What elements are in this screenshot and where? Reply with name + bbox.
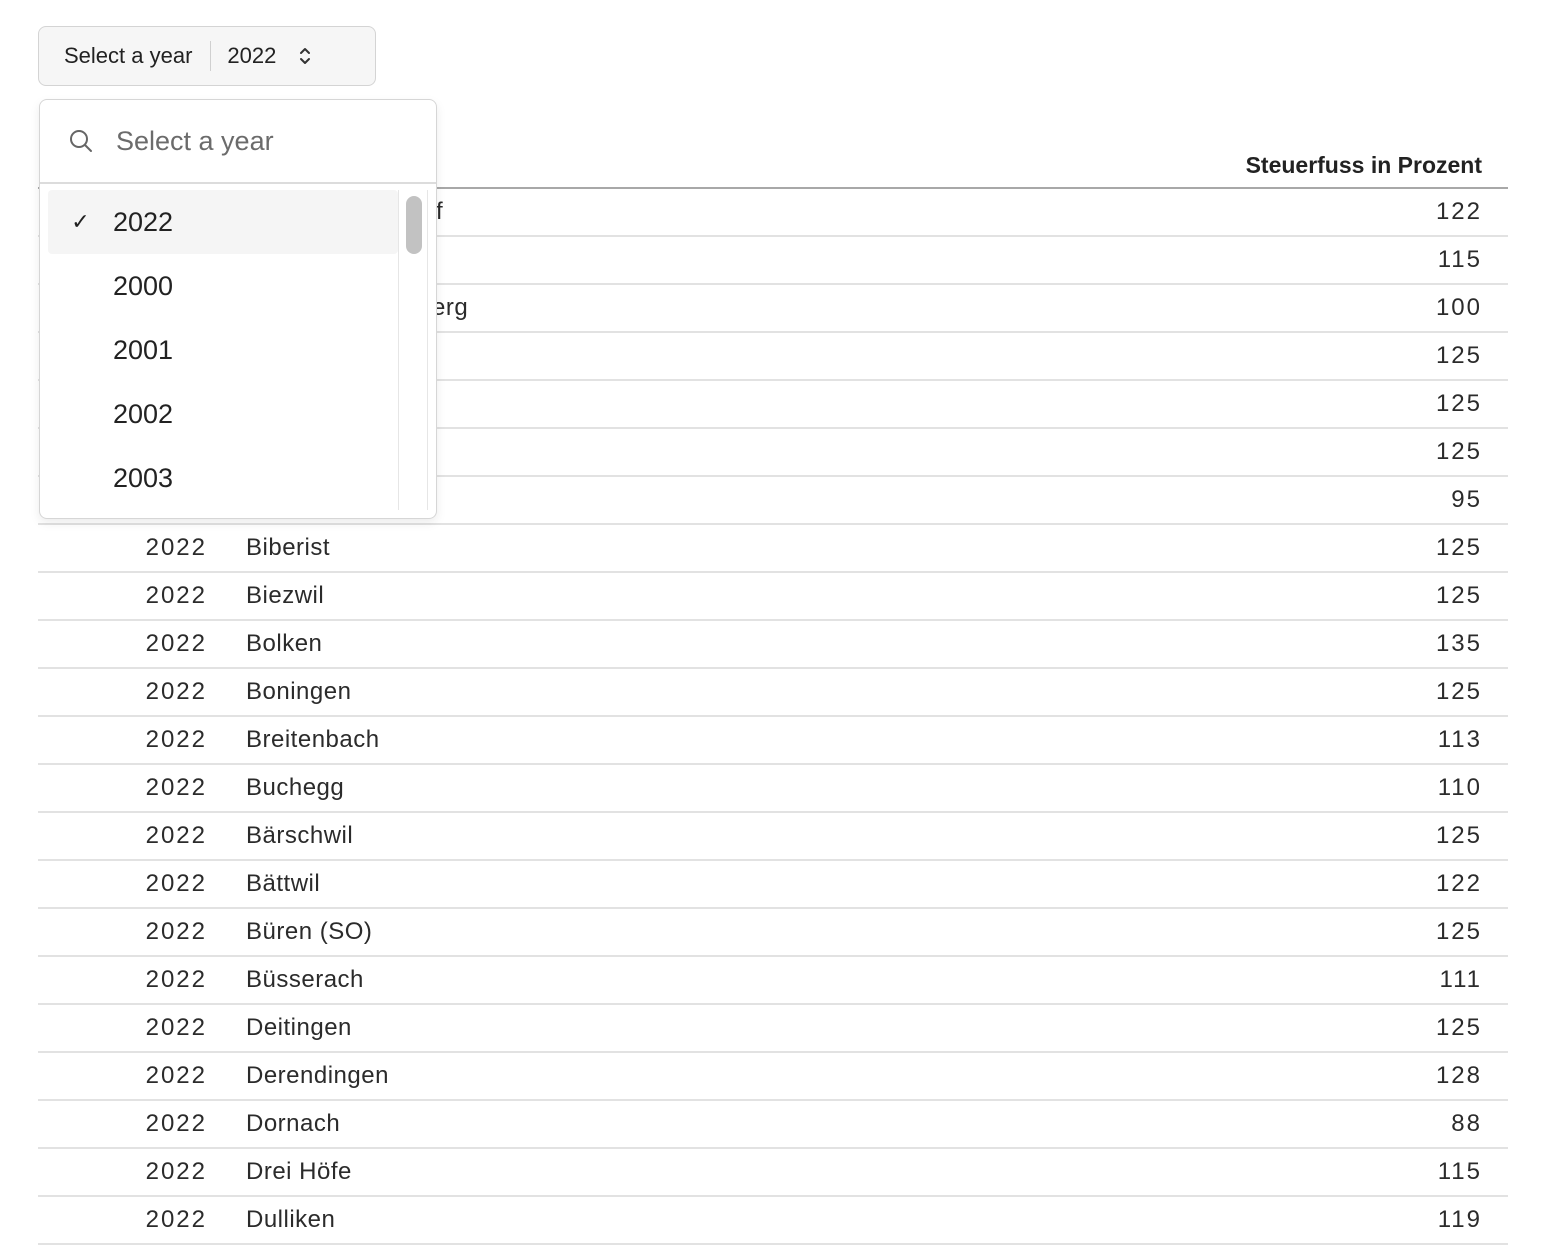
tax-rate-cell: 125 xyxy=(855,572,1508,621)
municipality-cell: Dornach xyxy=(207,1100,856,1149)
year-option-label: 2002 xyxy=(113,398,174,429)
year-cell: 2022 xyxy=(38,1196,207,1245)
year-option-label: 2022 xyxy=(113,206,174,237)
tax-rate-cell: 122 xyxy=(855,860,1508,909)
tax-rate-cell: 100 xyxy=(855,284,1508,333)
year-option[interactable]: 2002 xyxy=(48,382,398,446)
tax-rate-cell: 125 xyxy=(855,524,1508,573)
tax-rate-cell: 125 xyxy=(855,1004,1508,1053)
year-select-value: 2022 xyxy=(227,43,277,68)
table-row: 2022 Biezwil 125 xyxy=(38,572,1508,621)
year-option[interactable]: ✓ 2022 xyxy=(48,190,398,254)
table-row: 2022 Drei Höfe 115 xyxy=(38,1148,1508,1197)
tax-rate-cell: 125 xyxy=(855,908,1508,957)
tax-rate-cell: 125 xyxy=(855,668,1508,717)
year-option-label: 2001 xyxy=(113,334,174,365)
table-row: 2022 Boningen 125 xyxy=(38,668,1508,717)
divider xyxy=(210,41,212,71)
table-row: 2022 Bättwil 122 xyxy=(38,860,1508,909)
table-row: 2022 Bolken 135 xyxy=(38,620,1508,669)
year-cell: 2022 xyxy=(38,1100,207,1149)
tax-rate-cell: 111 xyxy=(855,956,1508,1005)
municipality-cell: Buchegg xyxy=(207,764,856,813)
year-option[interactable]: 2003 xyxy=(48,446,398,510)
table-row: 2022 Biberist 125 xyxy=(38,524,1508,573)
municipality-cell: Bolken xyxy=(207,620,856,669)
table-row: 2022 Büsserach 111 xyxy=(38,956,1508,1005)
tax-rate-cell: 88 xyxy=(855,1100,1508,1149)
tax-rate-cell: 125 xyxy=(855,812,1508,861)
tax-rate-cell: 110 xyxy=(855,764,1508,813)
tax-rate-cell: 119 xyxy=(855,1196,1508,1245)
tax-rate-cell: 113 xyxy=(855,716,1508,765)
year-cell: 2022 xyxy=(38,668,207,717)
year-select-label: Select a year xyxy=(64,43,193,68)
year-search-input[interactable] xyxy=(114,124,398,158)
year-cell: 2022 xyxy=(38,572,207,621)
year-search xyxy=(40,100,436,184)
year-option[interactable]: 2000 xyxy=(48,254,398,318)
municipality-cell: Deitingen xyxy=(207,1004,856,1053)
check-icon: ✓ xyxy=(71,209,90,234)
tax-rate-cell: 122 xyxy=(855,188,1508,237)
table-row: 2022 Bärschwil 125 xyxy=(38,812,1508,861)
tax-rate-cell: 135 xyxy=(855,620,1508,669)
municipality-cell: Derendingen xyxy=(207,1052,856,1101)
year-cell: 2022 xyxy=(38,524,207,573)
year-select-button[interactable]: Select a year 2022 xyxy=(38,26,376,86)
chevron-up-down-icon xyxy=(300,48,311,64)
column-header-steuerfuss[interactable]: Steuerfuss in Prozent xyxy=(855,140,1508,189)
year-cell: 2022 xyxy=(38,956,207,1005)
year-cell: 2022 xyxy=(38,1052,207,1101)
tax-rate-cell: 125 xyxy=(855,380,1508,429)
scrollbar[interactable] xyxy=(398,190,428,510)
municipality-cell: Drei Höfe xyxy=(207,1148,856,1197)
tax-rate-cell: 125 xyxy=(855,332,1508,381)
year-cell: 2022 xyxy=(38,812,207,861)
table-row: 2022 Deitingen 125 xyxy=(38,1004,1508,1053)
table-row: 2022 Büren (SO) 125 xyxy=(38,908,1508,957)
tax-rate-cell: 128 xyxy=(855,1052,1508,1101)
scrollbar-thumb[interactable] xyxy=(406,196,422,254)
year-option-label: 2000 xyxy=(113,270,174,301)
municipality-cell: Büsserach xyxy=(207,956,856,1005)
municipality-cell: Biezwil xyxy=(207,572,856,621)
table-row: 2022 Buchegg 110 xyxy=(38,764,1508,813)
table-row: 2022 Dornach 88 xyxy=(38,1100,1508,1149)
search-icon xyxy=(70,130,92,152)
year-cell: 2022 xyxy=(38,716,207,765)
tax-rate-cell: 115 xyxy=(855,236,1508,285)
municipality-cell: Boningen xyxy=(207,668,856,717)
table-row: 2022 Breitenbach 113 xyxy=(38,716,1508,765)
municipality-cell: Büren (SO) xyxy=(207,908,856,957)
municipality-cell: Breitenbach xyxy=(207,716,856,765)
year-options-list: ✓ 2022 2000 2001 2002 2003 xyxy=(48,190,398,510)
table-row: 2022 Dulliken 119 xyxy=(38,1196,1508,1245)
tax-rate-cell: 95 xyxy=(855,476,1508,525)
year-option-label: 2003 xyxy=(113,462,174,493)
table-row: 2022 Derendingen 128 xyxy=(38,1052,1508,1101)
year-cell: 2022 xyxy=(38,1148,207,1197)
year-cell: 2022 xyxy=(38,908,207,957)
municipality-cell: Biberist xyxy=(207,524,856,573)
tax-rate-cell: 115 xyxy=(855,1148,1508,1197)
municipality-cell: Dulliken xyxy=(207,1196,856,1245)
tax-rate-cell: 125 xyxy=(855,428,1508,477)
municipality-cell: Bättwil xyxy=(207,860,856,909)
year-cell: 2022 xyxy=(38,1004,207,1053)
year-cell: 2022 xyxy=(38,860,207,909)
year-dropdown: ✓ 2022 2000 2001 2002 2003 xyxy=(39,99,437,519)
year-option[interactable]: 2001 xyxy=(48,318,398,382)
year-cell: 2022 xyxy=(38,764,207,813)
year-cell: 2022 xyxy=(38,620,207,669)
municipality-cell: Bärschwil xyxy=(207,812,856,861)
